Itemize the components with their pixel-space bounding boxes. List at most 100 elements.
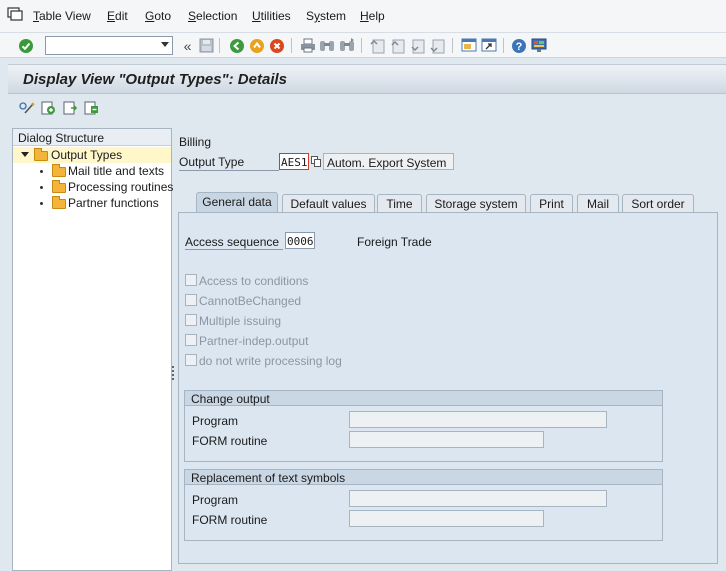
- toolbar-separator: [503, 38, 504, 53]
- checkbox-label: Multiple issuing: [199, 314, 282, 328]
- command-field[interactable]: [45, 36, 173, 55]
- toolbar-separator: [219, 38, 220, 53]
- title-bar: Display View "Output Types": Details: [8, 64, 726, 94]
- access-sequence-label: Access sequence: [185, 235, 280, 249]
- tab-time[interactable]: Time: [377, 194, 422, 212]
- checkbox-label: do not write processing log: [199, 354, 342, 368]
- tree-item-output-types[interactable]: Output Types: [13, 147, 171, 163]
- access-sequence-field[interactable]: 0006: [285, 232, 315, 249]
- help-icon[interactable]: ?: [510, 37, 527, 54]
- menu-system[interactable]: System: [306, 9, 346, 23]
- menu-goto[interactable]: Goto: [145, 9, 171, 23]
- application-toolbar: [8, 94, 726, 122]
- tree-item-label: Processing routines: [68, 180, 174, 194]
- checkbox-box[interactable]: [185, 354, 197, 366]
- new-entries-icon[interactable]: [40, 101, 56, 115]
- find-icon[interactable]: [318, 37, 335, 54]
- tree-item-label: Mail title and texts: [68, 164, 165, 178]
- page-title: Display View "Output Types": Details: [23, 71, 288, 88]
- back-icon[interactable]: [228, 37, 245, 54]
- folder-icon: [34, 148, 48, 161]
- checkbox-label: Partner-indep.output: [199, 334, 309, 348]
- dialog-structure-header: Dialog Structure: [13, 129, 171, 146]
- last-page-icon[interactable]: [429, 37, 446, 54]
- bullet-icon: [40, 170, 43, 173]
- tab-default-values[interactable]: Default values: [282, 194, 375, 212]
- delete-icon[interactable]: [83, 101, 99, 115]
- tree-item-processing-routines[interactable]: Processing routines: [13, 179, 174, 195]
- checkbox-label: CannotBeChanged: [199, 294, 302, 308]
- previous-page-icon[interactable]: [389, 37, 406, 54]
- folder-icon: [52, 196, 66, 209]
- next-page-icon[interactable]: [409, 37, 426, 54]
- shortcut-icon[interactable]: [480, 37, 497, 54]
- checkbox-box[interactable]: [185, 334, 197, 346]
- program-field[interactable]: [349, 411, 607, 428]
- save-icon[interactable]: [198, 37, 215, 54]
- replacement-text-symbols-group: Replacement of text symbols Program FORM…: [184, 469, 663, 541]
- tree-item-label: Output Types: [51, 148, 123, 162]
- find-next-icon[interactable]: [338, 37, 355, 54]
- access-sequence-description: Foreign Trade: [357, 235, 432, 249]
- menu-utilities[interactable]: Utilities: [252, 9, 291, 23]
- access-sequence-label-underline: [185, 249, 283, 250]
- chevron-down-icon[interactable]: [161, 42, 169, 47]
- checkbox-box[interactable]: [185, 274, 197, 286]
- enter-icon[interactable]: [17, 37, 34, 54]
- tab-sort-order[interactable]: Sort order: [622, 194, 694, 212]
- menu-edit[interactable]: Edit: [107, 9, 128, 23]
- folder-icon: [52, 180, 66, 193]
- change-output-title: Change output: [185, 391, 662, 406]
- form-routine-field[interactable]: [349, 510, 544, 527]
- program-label: Program: [192, 493, 239, 507]
- display-change-icon[interactable]: [19, 101, 35, 115]
- toolbar-separator: [452, 38, 453, 53]
- dialog-structure-pane: Dialog Structure Output Types Mail title…: [12, 128, 174, 571]
- menu-bar: Table View Edit Goto Selection Utilities…: [0, 0, 726, 33]
- output-type-description: Autom. Export System: [323, 153, 454, 170]
- layout-icon[interactable]: [530, 37, 547, 54]
- exit-icon[interactable]: [248, 37, 265, 54]
- print-icon[interactable]: [299, 37, 316, 54]
- standard-toolbar: « ?: [0, 33, 726, 58]
- folder-icon: [52, 164, 66, 177]
- program-field[interactable]: [349, 490, 607, 507]
- back-arrows-icon[interactable]: «: [179, 37, 196, 54]
- program-label: Program: [192, 414, 239, 428]
- bullet-icon: [40, 202, 43, 205]
- system-menu-icon[interactable]: [7, 7, 23, 21]
- tree-expand-icon[interactable]: [21, 152, 29, 157]
- output-type-label-underline: [179, 170, 279, 171]
- checkbox-box[interactable]: [185, 294, 197, 306]
- checkbox-box[interactable]: [185, 314, 197, 326]
- cancel-icon[interactable]: [268, 37, 285, 54]
- form-routine-field[interactable]: [349, 431, 544, 448]
- first-page-icon[interactable]: [369, 37, 386, 54]
- output-type-field[interactable]: AES1: [279, 153, 309, 170]
- tab-mail[interactable]: Mail: [577, 194, 619, 212]
- billing-label: Billing: [179, 135, 212, 149]
- tab-print[interactable]: Print: [530, 194, 573, 212]
- menu-table-view[interactable]: Table View: [33, 9, 91, 23]
- svg-text:?: ?: [515, 41, 522, 53]
- tab-storage-system[interactable]: Storage system: [426, 194, 526, 212]
- replacement-title: Replacement of text symbols: [185, 470, 662, 485]
- change-output-group: Change output Program FORM routine: [184, 390, 663, 462]
- tree-item-label: Partner functions: [68, 196, 159, 210]
- form-routine-label: FORM routine: [192, 513, 268, 527]
- copy-as-icon[interactable]: [62, 101, 78, 115]
- toolbar-separator: [361, 38, 362, 53]
- new-session-icon[interactable]: [460, 37, 477, 54]
- menu-selection[interactable]: Selection: [188, 9, 237, 23]
- toolbar-separator: [291, 38, 292, 53]
- menu-help[interactable]: Help: [360, 9, 385, 23]
- output-type-label: Output Type: [179, 155, 245, 169]
- pane-splitter[interactable]: [172, 366, 174, 380]
- checkbox-label: Access to conditions: [199, 274, 309, 288]
- copy-icon[interactable]: [311, 156, 321, 167]
- bullet-icon: [40, 186, 43, 189]
- tree-item-mail-title-and-texts[interactable]: Mail title and texts: [13, 163, 171, 179]
- tree-item-partner-functions[interactable]: Partner functions: [13, 195, 171, 211]
- form-routine-label: FORM routine: [192, 434, 268, 448]
- tab-general-data[interactable]: General data: [196, 192, 278, 213]
